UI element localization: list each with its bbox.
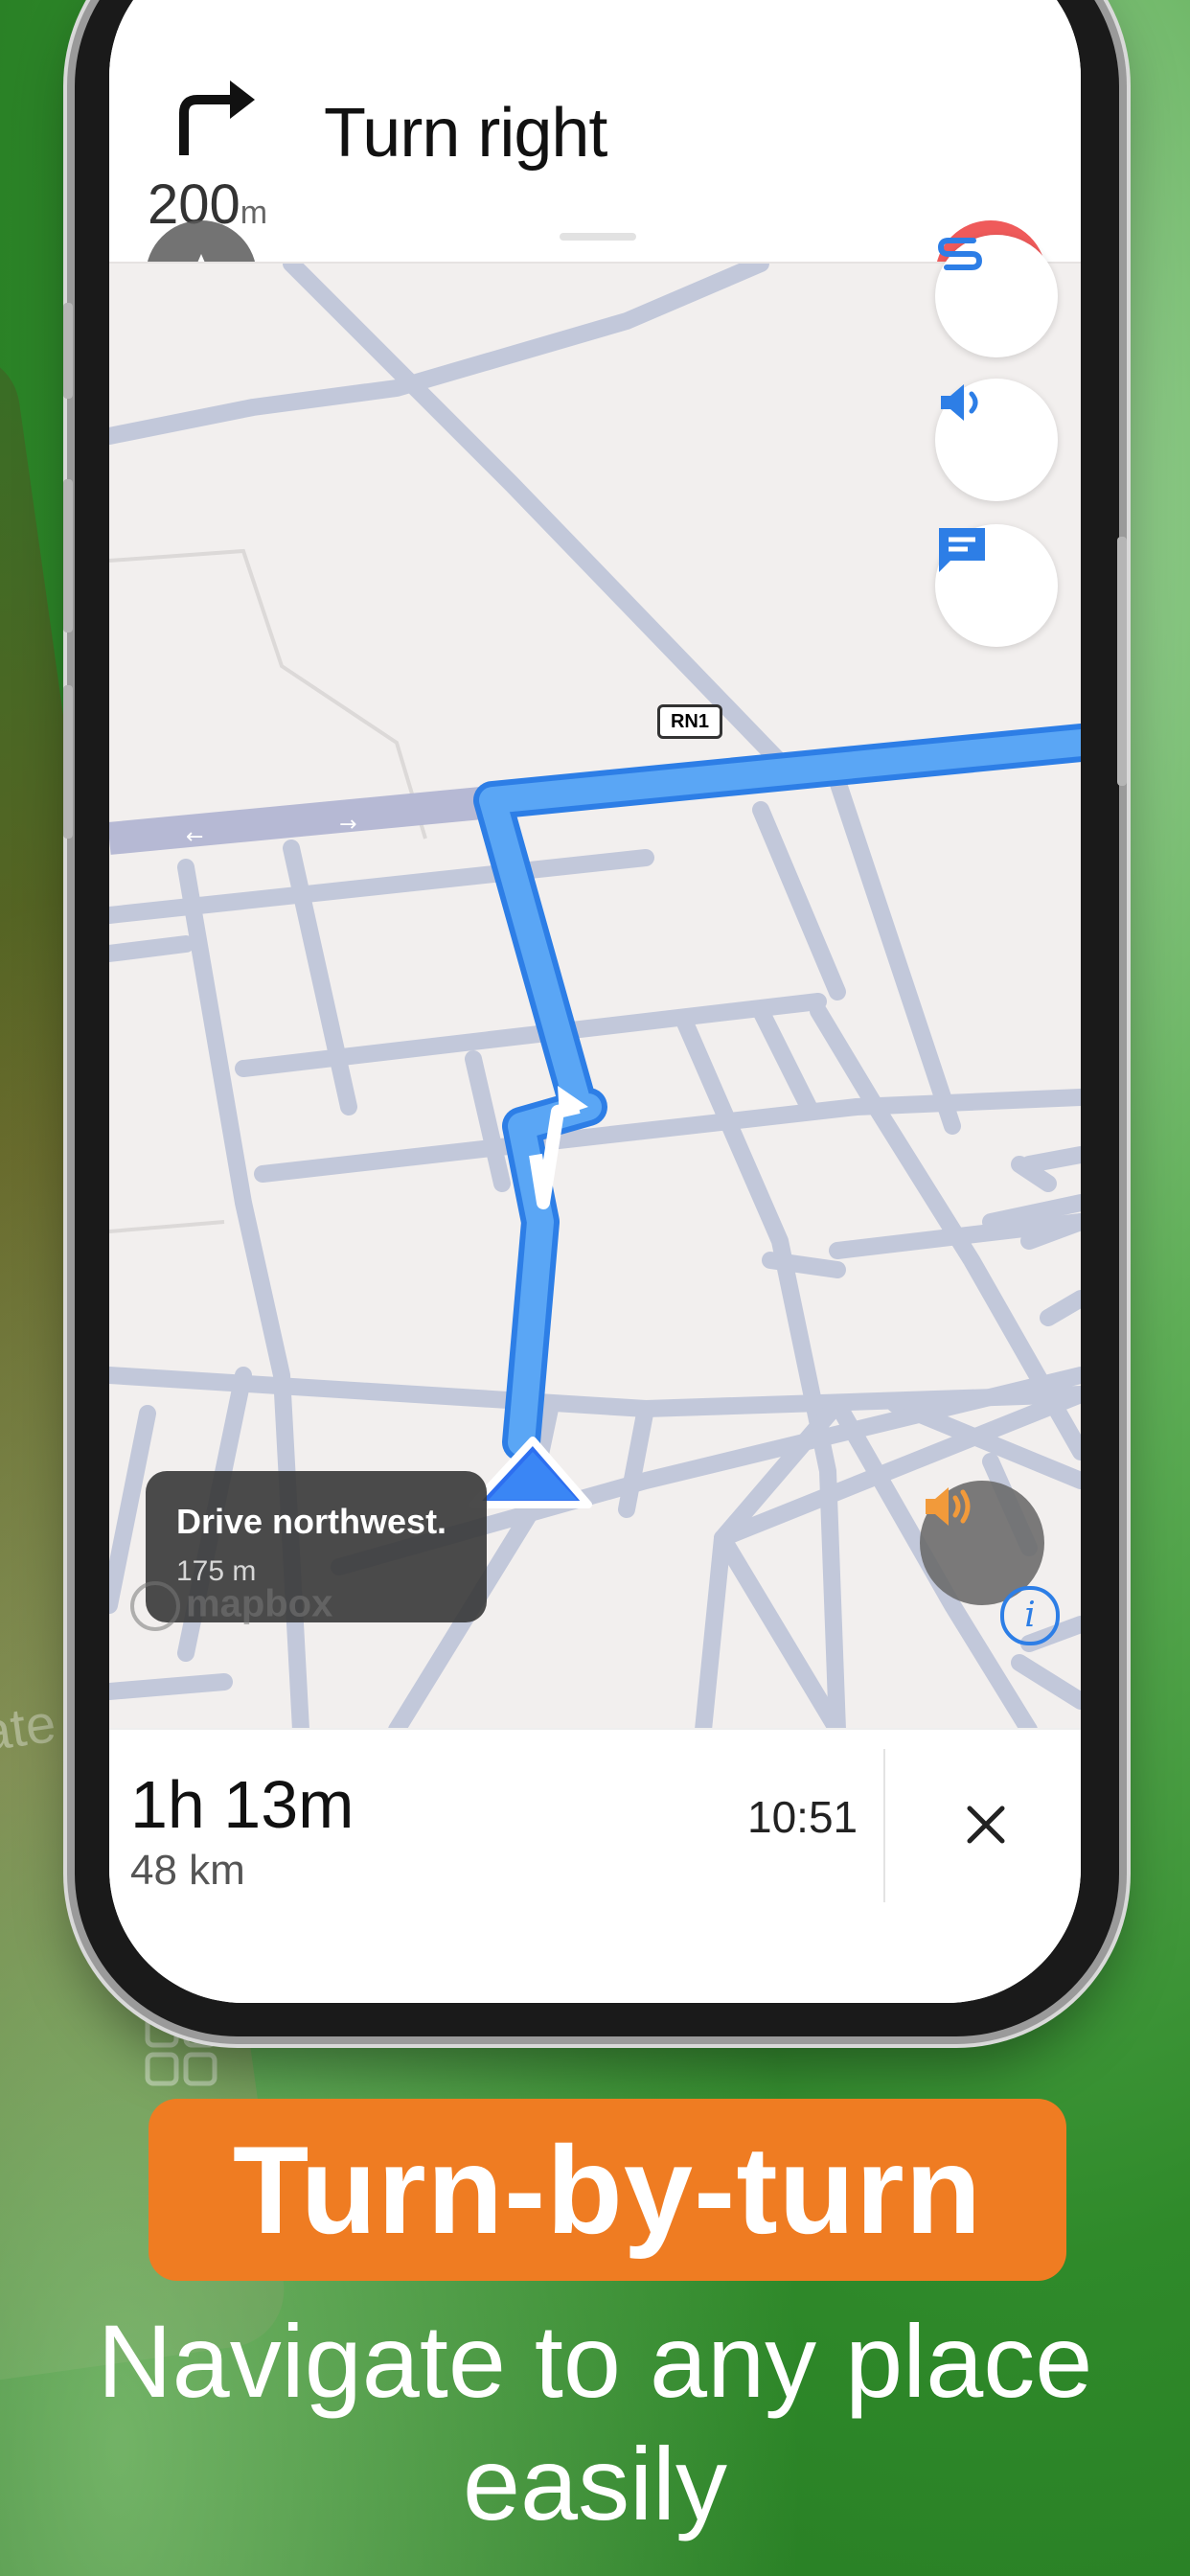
sound-icon <box>926 1487 971 1526</box>
trip-duration: 1h 13m <box>130 1767 355 1842</box>
close-trip-button[interactable] <box>952 1791 1019 1858</box>
phone-power-button <box>1117 537 1127 786</box>
sheet-handle[interactable] <box>560 233 636 241</box>
trip-summary-bar: 1h 13m 48 km 10:51 <box>109 1728 1081 2003</box>
route-overview-button[interactable] <box>935 235 1058 357</box>
feedback-button[interactable] <box>935 524 1058 647</box>
volume-icon <box>941 384 978 421</box>
phone-volume-up <box>63 479 73 632</box>
headline: Turn-by-turn <box>232 2120 983 2260</box>
divider <box>883 1749 885 1902</box>
phone-volume-down <box>63 685 73 839</box>
road-shield-label: RN1 <box>670 711 709 732</box>
svg-text:→: → <box>339 813 356 837</box>
trip-distance: 48 km <box>130 1847 245 1894</box>
distance-unit: m <box>240 195 268 231</box>
info-icon[interactable]: i <box>1000 1586 1060 1645</box>
maneuver-title: Drive northwest. <box>176 1502 447 1541</box>
volume-button[interactable] <box>935 379 1058 501</box>
phone-screen: Turn right 200m ← → RN1 Drive northwest.… <box>109 0 1081 2003</box>
route-overview-icon <box>937 238 983 270</box>
arrival-time: 10:51 <box>747 1792 858 1842</box>
mapbox-wordmark: mapbox <box>186 1582 333 1625</box>
subheadline: Navigate to any place easily <box>97 2303 1093 2542</box>
chat-icon <box>939 528 985 572</box>
svg-text:←: ← <box>186 825 203 849</box>
mapbox-logo-icon <box>130 1581 180 1631</box>
road-shield: RN1 <box>657 704 722 739</box>
instruction-title: Turn right <box>324 95 607 172</box>
instruction-header: Turn right 200m <box>109 0 1081 332</box>
map-view[interactable]: ← → RN1 Drive northwest. 175 m mapbox i <box>109 235 1081 1730</box>
headline-pill: Turn-by-turn <box>149 2099 1066 2281</box>
background-ghost-text: ate <box>0 1691 59 1763</box>
turn-right-icon <box>179 80 255 155</box>
phone-side-button <box>63 303 73 399</box>
mapbox-attribution: mapbox <box>130 1581 332 1631</box>
